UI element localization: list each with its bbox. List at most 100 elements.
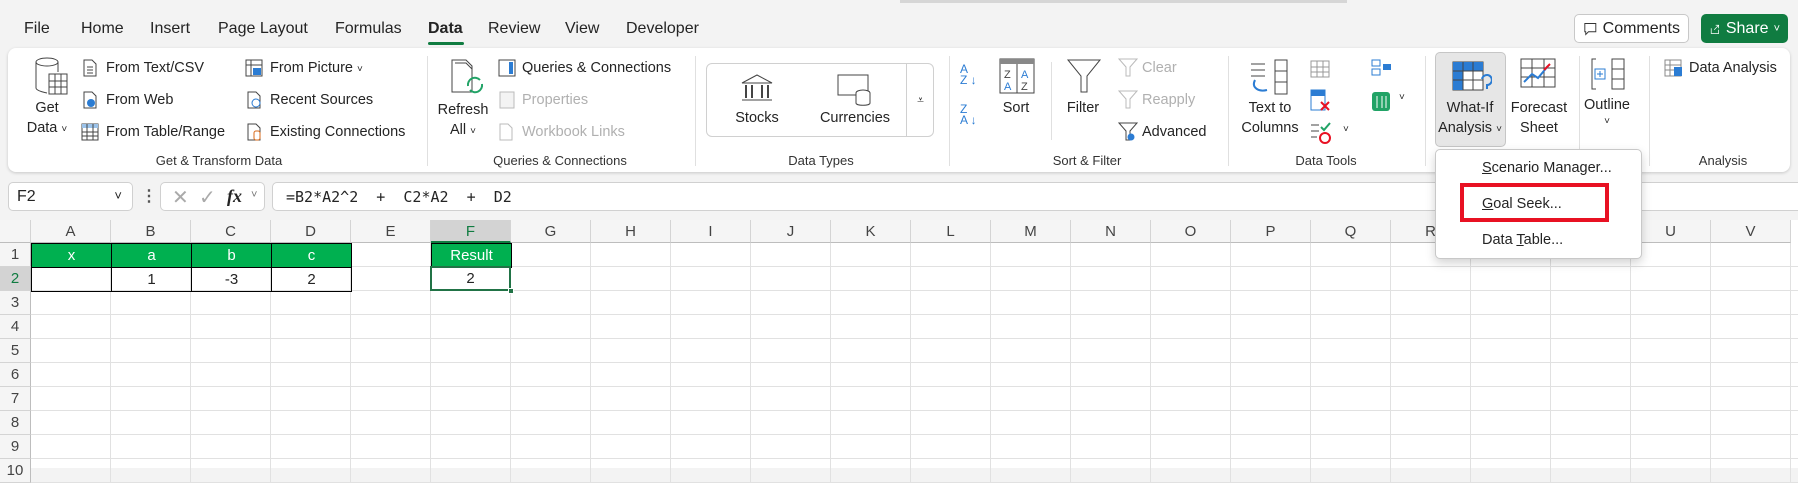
column-header-C[interactable]: C xyxy=(191,220,271,243)
tab-developer[interactable]: Developer xyxy=(626,20,699,38)
currencies-button[interactable]: Currencies xyxy=(820,110,890,126)
from-picture-button[interactable]: From Picture ˅ xyxy=(270,60,363,76)
row-header-5[interactable]: 5 xyxy=(0,339,31,363)
column-header-Q[interactable]: Q xyxy=(1311,220,1391,243)
chevron-down-icon[interactable]: ˅ xyxy=(251,189,257,201)
text-to-columns-button-label[interactable]: Columns xyxy=(1241,120,1298,136)
get-data-button-label[interactable]: Data ˅ xyxy=(27,120,68,136)
from-web-button[interactable]: From Web xyxy=(106,92,173,108)
sort-a-to-z-button[interactable]: AZ ↓ xyxy=(960,64,977,86)
filter-button[interactable]: Filter xyxy=(1067,100,1099,116)
advanced-button[interactable]: Advanced xyxy=(1142,124,1207,140)
row-header-1[interactable]: 1 xyxy=(0,243,31,267)
properties-button[interactable]: Properties xyxy=(522,92,588,108)
queries-connections-button[interactable]: Queries & Connections xyxy=(522,60,671,76)
forecast-sheet-button-label[interactable]: Sheet xyxy=(1520,120,1558,136)
sort-z-to-a-button[interactable]: ZA ↓ xyxy=(960,104,977,126)
data-model-icon[interactable] xyxy=(1370,89,1392,113)
tab-view[interactable]: View xyxy=(565,20,599,38)
column-header-N[interactable]: N xyxy=(1071,220,1151,243)
cell-A2[interactable] xyxy=(31,267,112,292)
row-header-4[interactable]: 4 xyxy=(0,315,31,339)
tab-file[interactable]: File xyxy=(24,20,50,38)
data-types-more-button[interactable]: ⩡ xyxy=(906,63,934,137)
insert-function-icon[interactable]: fx xyxy=(227,186,242,207)
cell-C1[interactable]: b xyxy=(191,243,272,268)
fill-handle[interactable] xyxy=(508,288,514,294)
clear-button[interactable]: Clear xyxy=(1142,60,1177,76)
column-header-K[interactable]: K xyxy=(831,220,911,243)
from-table-range-button[interactable]: From Table/Range xyxy=(106,124,225,140)
refresh-all-button-label[interactable]: All ˅ xyxy=(450,122,476,138)
cell-A1[interactable]: x xyxy=(31,243,112,268)
enter-check-icon[interactable]: ✓ xyxy=(199,185,216,210)
tab-data[interactable]: Data xyxy=(428,20,463,38)
menu-item-data-table[interactable]: Data Table... xyxy=(1482,232,1563,248)
cancel-icon[interactable]: ✕ xyxy=(172,185,189,210)
column-header-G[interactable]: G xyxy=(511,220,591,243)
tab-review[interactable]: Review xyxy=(488,20,540,38)
tab-page-layout[interactable]: Page Layout xyxy=(218,20,308,38)
column-header-V[interactable]: V xyxy=(1711,220,1791,243)
row-header-3[interactable]: 3 xyxy=(0,291,31,315)
formula-bar-grip[interactable]: ⋮ xyxy=(141,186,157,206)
cell-F2[interactable]: 2 xyxy=(430,266,511,291)
column-header-I[interactable]: I xyxy=(671,220,751,243)
comments-button[interactable]: Comments xyxy=(1574,14,1689,43)
cell-B2[interactable]: 1 xyxy=(111,267,192,292)
column-header-U[interactable]: U xyxy=(1631,220,1711,243)
column-header-F[interactable]: F xyxy=(431,220,511,243)
data-model-dropdown[interactable]: ˅ xyxy=(1399,92,1405,103)
name-box[interactable]: F2˅ xyxy=(8,182,133,211)
column-header-J[interactable]: J xyxy=(751,220,831,243)
row-header-7[interactable]: 7 xyxy=(0,387,31,411)
group-separator xyxy=(1649,56,1650,166)
cell-D2[interactable]: 2 xyxy=(271,267,352,292)
flash-fill-icon[interactable] xyxy=(1309,57,1331,79)
remove-duplicates-icon[interactable] xyxy=(1309,88,1331,112)
outline-button[interactable]: Outline xyxy=(1584,97,1630,113)
consolidate-icon[interactable] xyxy=(1370,58,1392,78)
row-header-2[interactable]: 2 xyxy=(0,267,31,291)
data-validation-icon[interactable] xyxy=(1309,121,1331,145)
column-header-B[interactable]: B xyxy=(111,220,191,243)
row-header-9[interactable]: 9 xyxy=(0,435,31,459)
refresh-all-button[interactable]: Refresh xyxy=(438,102,489,118)
data-analysis-button[interactable]: Data Analysis xyxy=(1689,60,1777,76)
column-header-M[interactable]: M xyxy=(991,220,1071,243)
chevron-down-icon[interactable]: ˅ xyxy=(114,188,122,203)
recent-sources-button[interactable]: Recent Sources xyxy=(270,92,373,108)
row-header-6[interactable]: 6 xyxy=(0,363,31,387)
sort-button[interactable]: Sort xyxy=(1003,100,1030,116)
group-separator xyxy=(1228,56,1229,166)
stocks-button[interactable]: Stocks xyxy=(735,110,779,126)
tab-formulas[interactable]: Formulas xyxy=(335,20,402,38)
column-header-P[interactable]: P xyxy=(1231,220,1311,243)
outline-dropdown[interactable]: ˅ xyxy=(1604,116,1610,127)
reapply-button[interactable]: Reapply xyxy=(1142,92,1195,108)
column-header-E[interactable]: E xyxy=(351,220,431,243)
get-data-button[interactable]: Get xyxy=(35,100,58,116)
menu-item-scenario-manager[interactable]: Scenario Manager... xyxy=(1482,160,1612,176)
workbook-links-button[interactable]: Workbook Links xyxy=(522,124,625,140)
data-validation-dropdown[interactable]: ˅ xyxy=(1343,124,1349,135)
column-header-L[interactable]: L xyxy=(911,220,991,243)
select-all-corner[interactable] xyxy=(0,220,31,243)
existing-connections-button[interactable]: Existing Connections xyxy=(270,124,405,140)
row-header-10[interactable]: 10 xyxy=(0,459,31,483)
cell-B1[interactable]: a xyxy=(111,243,192,268)
cell-F1[interactable]: Result xyxy=(431,243,512,268)
column-header-D[interactable]: D xyxy=(271,220,351,243)
share-button[interactable]: Share˅ xyxy=(1701,14,1788,43)
from-text-csv-button[interactable]: From Text/CSV xyxy=(106,60,204,76)
text-to-columns-button[interactable]: Text to xyxy=(1249,100,1292,116)
column-header-H[interactable]: H xyxy=(591,220,671,243)
column-header-O[interactable]: O xyxy=(1151,220,1231,243)
cell-C2[interactable]: -3 xyxy=(191,267,272,292)
column-header-A[interactable]: A xyxy=(31,220,111,243)
tab-home[interactable]: Home xyxy=(81,20,124,38)
forecast-sheet-button[interactable]: Forecast xyxy=(1511,100,1567,116)
row-header-8[interactable]: 8 xyxy=(0,411,31,435)
cell-D1[interactable]: c xyxy=(271,243,352,268)
tab-insert[interactable]: Insert xyxy=(150,20,190,38)
